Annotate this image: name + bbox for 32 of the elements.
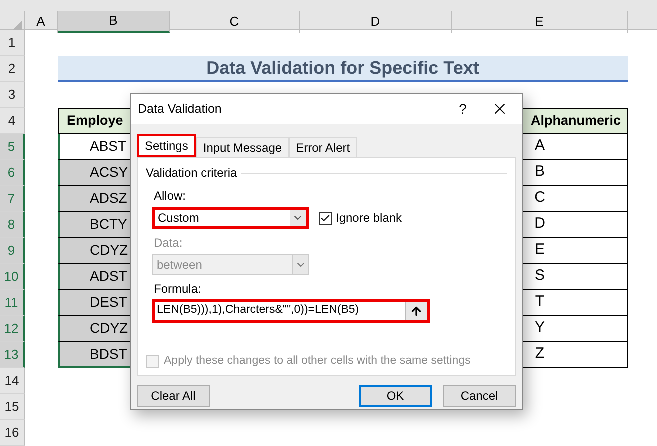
row-header[interactable]: 7 bbox=[0, 186, 25, 212]
column-header[interactable]: B bbox=[58, 11, 170, 32]
tab[interactable]: Settings bbox=[137, 134, 196, 157]
column-header[interactable]: C bbox=[170, 11, 300, 32]
check-icon bbox=[320, 212, 331, 224]
row-header[interactable]: 13 bbox=[0, 342, 25, 368]
row-header[interactable]: 11 bbox=[0, 290, 25, 316]
row-header[interactable]: 16 bbox=[0, 420, 25, 446]
row-header[interactable]: 1 bbox=[0, 30, 25, 56]
sheet-title: Data Validation for Specific Text bbox=[58, 56, 628, 82]
column-header[interactable]: D bbox=[300, 11, 452, 32]
checkbox[interactable] bbox=[319, 212, 332, 224]
row-header[interactable]: 8 bbox=[0, 212, 25, 238]
arrow-up-icon bbox=[410, 304, 423, 318]
dialog-button[interactable]: Cancel bbox=[443, 385, 516, 407]
row-header[interactable]: 15 bbox=[0, 394, 25, 420]
column-header[interactable]: E bbox=[452, 11, 628, 32]
dialog-button[interactable]: OK bbox=[359, 385, 432, 407]
row-header[interactable]: 10 bbox=[0, 264, 25, 290]
checkbox-label[interactable]: Ignore blank bbox=[336, 209, 402, 227]
row-header[interactable]: 4 bbox=[0, 108, 25, 134]
row-header[interactable]: 5 bbox=[0, 134, 25, 160]
row-header[interactable]: 14 bbox=[0, 368, 25, 394]
row-header[interactable]: 2 bbox=[0, 56, 25, 82]
allow-dropdown[interactable]: Custom bbox=[152, 207, 309, 229]
formula-field[interactable]: LEN(B5))),1),Charcters&"",0))=LEN(B5) bbox=[152, 299, 430, 323]
row-header[interactable]: 12 bbox=[0, 316, 25, 342]
row-header[interactable]: 6 bbox=[0, 160, 25, 186]
dialog-button[interactable]: Clear All bbox=[137, 385, 210, 407]
row-header[interactable]: 9 bbox=[0, 238, 25, 264]
collapse-button[interactable] bbox=[405, 302, 427, 320]
row-header[interactable]: 3 bbox=[0, 82, 25, 108]
